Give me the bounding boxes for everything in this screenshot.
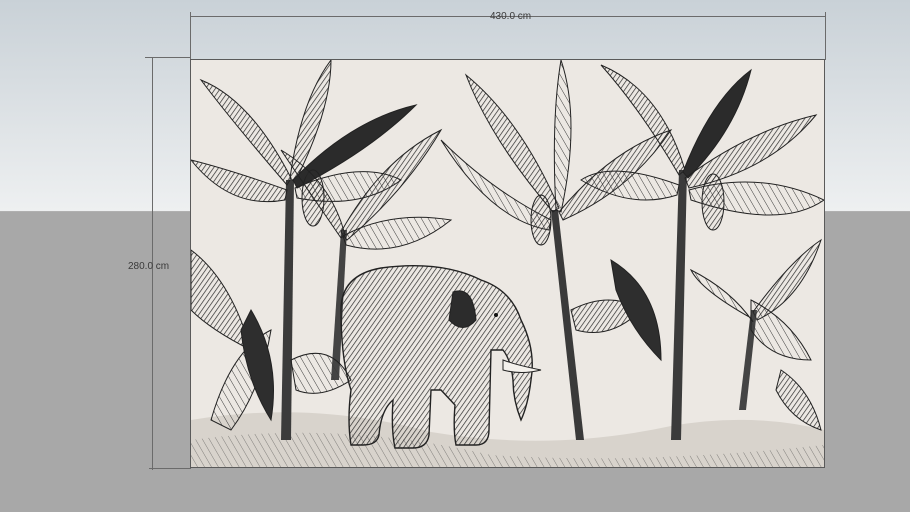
width-dimension-label: 430.0 cm bbox=[490, 11, 532, 22]
banana-bunch-icon bbox=[701, 173, 725, 231]
width-dimension-tick-right bbox=[825, 12, 826, 60]
banana-bunch-icon bbox=[530, 194, 552, 246]
width-dimension-tick-left bbox=[190, 12, 191, 60]
foreground-foliage bbox=[191, 249, 352, 431]
height-dimension-label: 280.0 cm bbox=[128, 261, 170, 272]
elephant-jungle-artwork bbox=[191, 60, 824, 467]
elephant-icon bbox=[340, 265, 542, 449]
wallpaper-panel[interactable] bbox=[191, 60, 824, 467]
height-dimension-tick-top bbox=[145, 57, 191, 58]
model-viewport[interactable]: 430.0 cm 280.0 cm bbox=[0, 0, 910, 512]
height-dimension-tick-bottom bbox=[149, 468, 191, 469]
